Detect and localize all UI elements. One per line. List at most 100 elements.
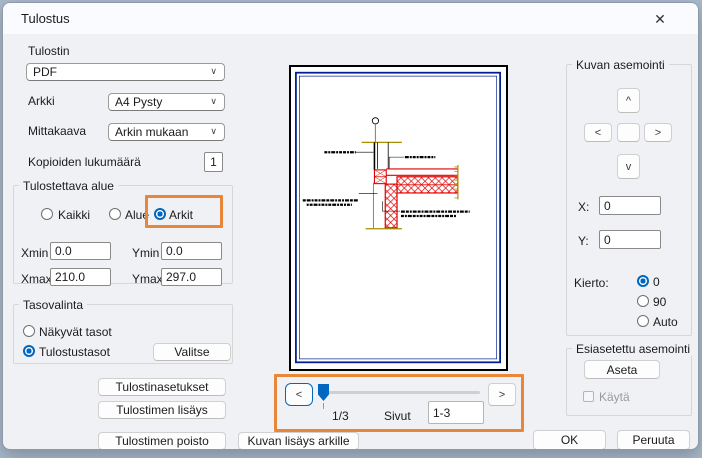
xmax-value: 210.0 [55,270,85,284]
radio-rotation-90[interactable] [637,295,649,307]
xmax-label: Xmax [21,272,52,286]
xmin-input[interactable]: 0.0 [50,242,111,260]
pages-input[interactable]: 1-3 [428,401,484,424]
scale-label: Mittakaava [28,124,86,138]
aseta-button-label: Aseta [607,363,638,377]
y-value: 0 [604,233,611,247]
kayta-checkbox-label: Käytä [599,390,630,404]
print-area-group-title: Tulostettava alue [19,179,118,193]
arrow-left-icon: < [595,127,601,139]
desktop-background: Tulostus ✕ Tulostin PDF ∨ Arkki A4 Pysty… [0,0,702,458]
kayta-checkbox[interactable] [583,391,594,402]
y-label: Y: [578,234,589,248]
center-button[interactable] [617,123,640,142]
move-left-button[interactable]: < [584,123,612,142]
page-slider-track[interactable] [319,391,480,394]
scale-select[interactable]: Arkin mukaan ∨ [108,123,225,141]
radio-arkit[interactable] [154,208,166,220]
arrow-right-icon: > [655,127,661,139]
y-input[interactable]: 0 [599,230,661,249]
close-button[interactable]: ✕ [647,8,673,30]
kuvan-lisays-arkille-label: Kuvan lisäys arkille [247,434,349,448]
ok-button[interactable]: OK [533,430,606,450]
arrow-down-icon: v [626,161,632,173]
page-indicator: 1/3 [332,409,349,423]
copies-value: 1 [210,155,217,169]
x-input[interactable]: 0 [599,196,661,215]
sheet-select[interactable]: A4 Pysty ∨ [108,93,225,111]
valitse-button[interactable]: Valitse [153,343,231,361]
slider-tick [323,403,324,409]
radio-rotation-90-label: 90 [653,295,666,309]
dialog-title: Tulostus [21,11,70,26]
radio-alue[interactable] [109,208,121,220]
radio-nakyvat-tasot-label: Näkyvät tasot [39,325,112,339]
x-value: 0 [604,199,611,213]
close-icon: ✕ [654,11,666,28]
preset-group [566,348,692,416]
arrow-up-icon: ^ [626,95,631,107]
ymin-label: Ymin [132,246,159,260]
xmax-input[interactable]: 210.0 [50,268,111,286]
radio-arkit-label: Arkit [169,208,193,222]
tulostimen-poisto-label: Tulostimen poisto [115,434,209,448]
sheet-label: Arkki [28,94,55,108]
copies-input[interactable]: 1 [204,152,223,172]
tulostinasetukset-label: Tulostinasetukset [116,380,209,394]
xmin-value: 0.0 [55,244,72,258]
xmin-label: Xmin [21,246,48,260]
radio-rotation-0[interactable] [637,275,649,287]
next-page-button[interactable]: > [488,383,516,406]
valitse-button-label: Valitse [174,345,209,359]
ymax-label: Ymax [132,272,163,286]
aseta-button[interactable]: Aseta [584,360,660,379]
tulostinasetukset-button[interactable]: Tulostinasetukset [98,378,226,396]
radio-alue-label: Alue [125,208,149,222]
cancel-button-label: Peruuta [632,433,674,447]
page-slider-thumb[interactable] [318,384,329,401]
printer-label: Tulostin [28,44,70,58]
titlebar: Tulostus ✕ [3,3,698,34]
ymin-value: 0.0 [166,244,183,258]
placement-group-title: Kuvan asemointi [572,58,669,72]
radio-kaikki[interactable] [41,208,53,220]
kuvan-lisays-arkille-button[interactable]: Kuvan lisäys arkille [238,432,359,450]
radio-tulostustasot[interactable] [23,345,35,357]
tulostimen-lisays-button[interactable]: Tulostimen lisäys [98,401,226,419]
radio-rotation-0-label: 0 [653,275,660,289]
pages-label: Sivut [384,409,411,423]
chevron-down-icon: ∨ [210,66,217,77]
prev-page-button[interactable]: < [285,383,313,406]
next-page-icon: > [499,389,505,401]
rotation-label: Kierto: [574,276,609,290]
printer-select-value: PDF [33,65,57,79]
printer-select[interactable]: PDF ∨ [26,63,225,81]
preset-group-title: Esiasetettu asemointi [572,342,694,356]
chevron-down-icon: ∨ [210,96,217,107]
copies-label: Kopioiden lukumäärä [28,155,141,169]
pages-value: 1-3 [433,406,450,420]
print-dialog: Tulostus ✕ Tulostin PDF ∨ Arkki A4 Pysty… [2,2,699,450]
cancel-button[interactable]: Peruuta [617,430,690,450]
move-down-button[interactable]: v [617,154,640,179]
radio-nakyvat-tasot[interactable] [23,325,35,337]
ok-button-label: OK [561,433,578,447]
radio-tulostustasot-label: Tulostustasot [39,345,110,359]
sheet-select-value: A4 Pysty [115,95,162,109]
scale-select-value: Arkin mukaan [115,125,188,139]
chevron-down-icon: ∨ [210,126,217,137]
radio-rotation-auto[interactable] [637,315,649,327]
tulostimen-lisays-label: Tulostimen lisäys [116,403,208,417]
preview-drawing [291,67,506,369]
ymax-value: 297.0 [166,270,196,284]
move-up-button[interactable]: ^ [617,88,640,113]
ymax-input[interactable]: 297.0 [161,268,222,286]
radio-kaikki-label: Kaikki [58,208,90,222]
move-right-button[interactable]: > [644,123,672,142]
print-preview [289,65,508,371]
ymin-input[interactable]: 0.0 [161,242,222,260]
radio-rotation-auto-label: Auto [653,315,678,329]
layer-selection-group-title: Tasovalinta [19,298,87,312]
prev-page-icon: < [296,389,302,401]
tulostimen-poisto-button[interactable]: Tulostimen poisto [98,432,226,450]
